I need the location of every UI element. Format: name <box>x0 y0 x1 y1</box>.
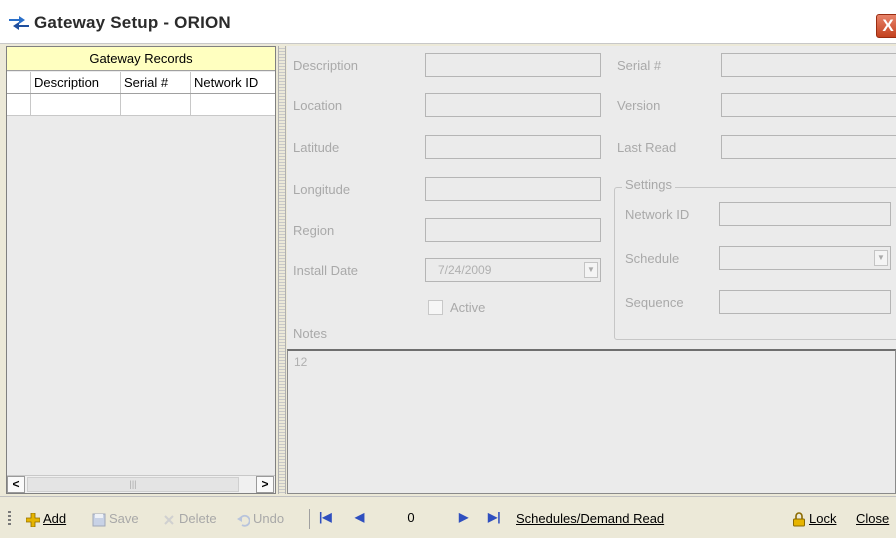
lock-icon <box>793 512 805 527</box>
serial-field[interactable] <box>721 53 896 77</box>
delete-button[interactable]: Delete <box>162 510 217 528</box>
undo-icon <box>237 514 250 527</box>
location-field[interactable] <box>425 93 601 117</box>
column-header-description[interactable]: Description <box>31 72 121 93</box>
install-date-value: 7/24/2009 <box>438 263 492 277</box>
version-field[interactable] <box>721 93 896 117</box>
last-read-field[interactable] <box>721 135 896 159</box>
close-button[interactable]: Close <box>856 510 889 528</box>
add-icon <box>26 512 40 527</box>
latitude-field[interactable] <box>425 135 601 159</box>
row-selector-header <box>7 72 31 93</box>
horizontal-scrollbar[interactable]: < ||| > <box>7 475 275 493</box>
delete-label: Delete <box>179 511 217 526</box>
latitude-label: Latitude <box>293 140 340 155</box>
save-icon <box>92 513 106 527</box>
column-header-serial[interactable]: Serial # <box>121 72 191 93</box>
network-id-field[interactable] <box>719 202 891 226</box>
settings-label: Settings <box>622 177 675 192</box>
scroll-right-icon[interactable]: > <box>256 476 274 493</box>
schedule-label: Schedule <box>625 251 680 266</box>
records-grid-header: Description Serial # Network ID <box>7 72 275 94</box>
undo-button[interactable]: Undo <box>236 510 284 528</box>
delete-icon <box>164 514 174 525</box>
close-icon[interactable]: X <box>876 14 896 38</box>
scroll-thumb[interactable]: ||| <box>27 477 239 492</box>
cell-description[interactable] <box>31 94 121 115</box>
description-field[interactable] <box>425 53 601 77</box>
cell-network-id[interactable] <box>191 94 275 115</box>
network-id-label: Network ID <box>625 207 690 222</box>
previous-record-icon[interactable]: ◀ <box>355 510 364 524</box>
schedule-select[interactable]: ▼ <box>719 246 891 270</box>
next-record-icon[interactable]: ▶ <box>459 510 468 524</box>
scroll-left-icon[interactable]: < <box>7 476 25 493</box>
install-date-picker[interactable]: 7/24/2009 ▼ <box>425 258 601 282</box>
longitude-label: Longitude <box>293 182 351 197</box>
last-read-label: Last Read <box>617 140 677 155</box>
add-label: Add <box>43 511 67 526</box>
first-record-icon[interactable]: |◀ <box>319 510 332 524</box>
window-title: Gateway Setup - ORION <box>34 13 231 32</box>
region-label: Region <box>293 223 335 238</box>
record-position[interactable]: 0 <box>396 510 426 525</box>
install-date-label: Install Date <box>293 263 359 278</box>
lock-button[interactable]: Lock <box>792 510 836 528</box>
longitude-field[interactable] <box>425 177 601 201</box>
bottom-toolbar: Add Save Delete Undo |◀ ◀ 0 ▶ ▶| Schedul… <box>0 496 896 538</box>
close-label: Close <box>856 511 890 526</box>
sequence-field[interactable] <box>719 290 891 314</box>
undo-label: Undo <box>253 511 285 526</box>
add-button[interactable]: Add <box>26 510 66 528</box>
title-bar: Gateway Setup - ORION X <box>0 0 896 44</box>
panel-splitter[interactable] <box>278 46 286 494</box>
description-label: Description <box>293 58 359 73</box>
row-selector[interactable] <box>7 94 31 115</box>
location-label: Location <box>293 98 343 113</box>
chevron-down-icon[interactable]: ▼ <box>874 250 888 266</box>
notes-textarea[interactable]: 12 <box>287 349 896 494</box>
gateway-records-title: Gateway Records <box>7 47 275 71</box>
gateway-detail-form: Description Location Latitude Longitude … <box>287 46 896 494</box>
serial-label: Serial # <box>617 58 662 73</box>
last-record-icon[interactable]: ▶| <box>488 510 501 524</box>
active-label: Active <box>450 300 486 315</box>
region-field[interactable] <box>425 218 601 242</box>
save-label: Save <box>109 511 139 526</box>
version-label: Version <box>617 98 661 113</box>
notes-value: 12 <box>294 355 308 369</box>
gateway-records-panel: Gateway Records Description Serial # Net… <box>6 46 276 494</box>
gateway-app-icon <box>9 16 29 30</box>
lock-label: Lock <box>809 511 837 526</box>
table-row[interactable] <box>7 94 275 116</box>
chevron-down-icon[interactable]: ▼ <box>584 262 598 278</box>
cell-serial[interactable] <box>121 94 191 115</box>
notes-label: Notes <box>293 326 327 341</box>
sequence-label: Sequence <box>625 295 684 310</box>
save-button[interactable]: Save <box>92 510 139 528</box>
schedules-demand-read-label: Schedules/Demand Read <box>516 511 665 526</box>
schedules-demand-read-button[interactable]: Schedules/Demand Read <box>516 510 664 528</box>
toolbar-grip[interactable] <box>8 511 11 527</box>
toolbar-separator <box>309 509 310 529</box>
column-header-network-id[interactable]: Network ID <box>191 72 275 93</box>
active-checkbox[interactable] <box>428 300 443 315</box>
